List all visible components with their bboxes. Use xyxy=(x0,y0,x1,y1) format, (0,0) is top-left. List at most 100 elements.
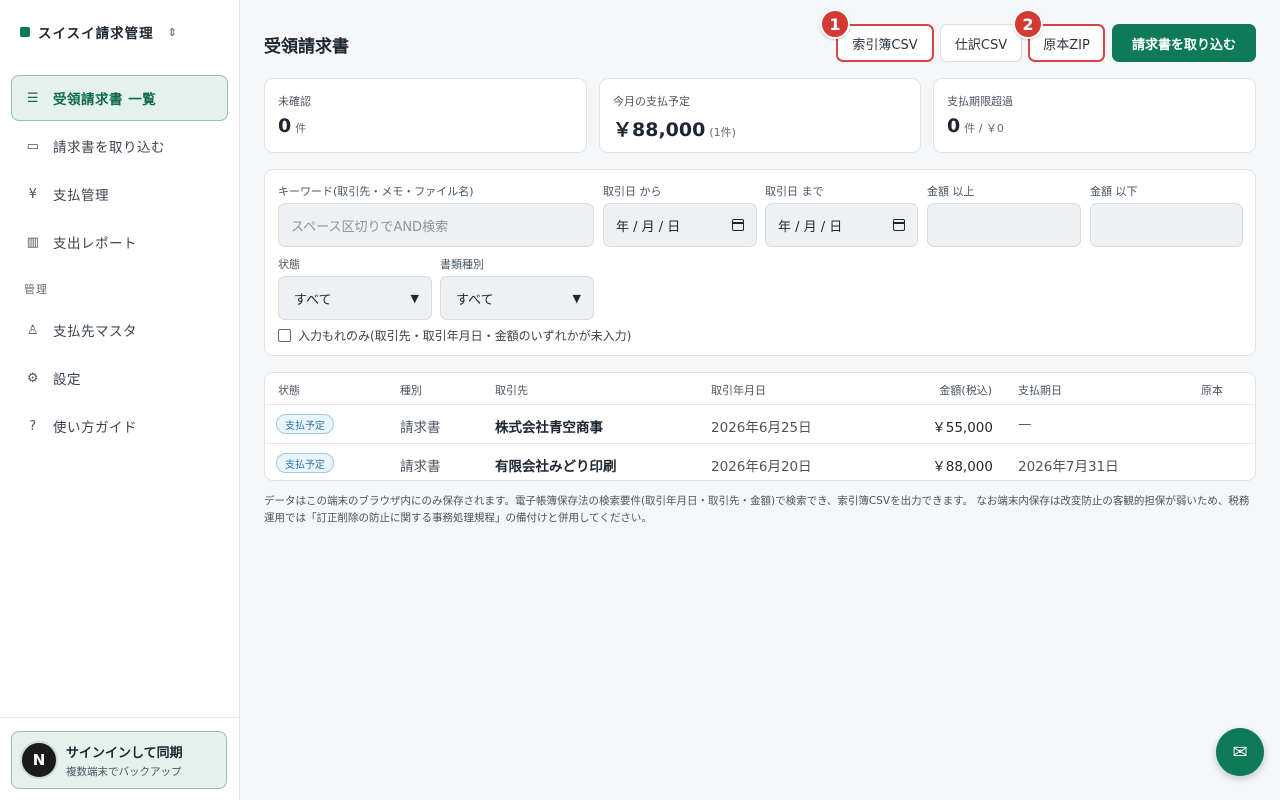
stat-card-overdue: 支払期限超過 0件 / ￥0 xyxy=(933,78,1256,153)
date-to-input[interactable]: 年 / 月 / 日 xyxy=(765,203,918,247)
cell-due: — xyxy=(1018,416,1032,432)
sidebar-item-import[interactable]: ▭ 請求書を取り込む xyxy=(11,123,228,169)
col-due: 支払期日 xyxy=(1018,384,1062,397)
keyword-input[interactable]: スペース区切りでAND検索 xyxy=(278,203,594,247)
missing-only-label: 入力もれのみ(取引先・取引年月日・金額のいずれかが未入力) xyxy=(298,329,632,343)
stat-unit: (1件) xyxy=(709,126,736,139)
cell-date: 2026年6月20日 xyxy=(711,459,812,475)
cell-amount: ￥88,000 xyxy=(932,459,993,475)
status-badge: 支払予定 xyxy=(276,453,334,473)
status-select[interactable]: すべて ▼ xyxy=(278,276,432,320)
import-invoice-button[interactable]: 請求書を取り込む xyxy=(1112,24,1256,62)
sidebar-section-label: 管理 xyxy=(24,283,48,296)
signin-title: サインインして同期 xyxy=(66,745,183,761)
inbox-icon: ▭ xyxy=(26,138,40,154)
list-icon: ☰ xyxy=(26,90,40,106)
table-header: 状態 種別 取引先 取引年月日 金額(税込) 支払期日 原本 xyxy=(265,373,1255,405)
chat-button[interactable]: ✉ xyxy=(1216,728,1264,776)
signin-subtitle: 複数端末でバックアップ xyxy=(66,765,182,778)
sidebar-item-invoice-list[interactable]: ☰ 受領請求書 一覧 xyxy=(11,75,228,121)
stat-label: 支払期限超過 xyxy=(947,95,1013,108)
sidebar-item-label: 受領請求書 一覧 xyxy=(53,92,157,108)
sidebar: スイスイ請求管理 ⇕ ☰ 受領請求書 一覧 ▭ 請求書を取り込む ¥ 支払管理 … xyxy=(0,0,240,800)
sidebar-nav: ☰ 受領請求書 一覧 ▭ 請求書を取り込む ¥ 支払管理 ▥ 支出レポート 管理… xyxy=(11,75,228,451)
date-from-input[interactable]: 年 / 月 / 日 xyxy=(603,203,757,247)
stat-value-row: ￥88,000 (1件) xyxy=(613,115,907,142)
chevron-down-icon: ▼ xyxy=(410,291,419,305)
sidebar-item-label: 使い方ガイド xyxy=(53,420,137,436)
sidebar-item-label: 請求書を取り込む xyxy=(53,140,165,156)
cell-partner: 株式会社青空商事 xyxy=(495,420,603,436)
cell-amount: ￥55,000 xyxy=(932,420,993,436)
invoice-table: 状態 種別 取引先 取引年月日 金額(税込) 支払期日 原本 支払予定 請求書 … xyxy=(264,372,1256,481)
col-partner: 取引先 xyxy=(495,384,528,397)
col-type: 種別 xyxy=(400,384,422,397)
app-brand: スイスイ請求管理 xyxy=(38,26,154,42)
signin-button[interactable]: N サインインして同期 複数端末でバックアップ xyxy=(11,731,227,789)
missing-only-checkbox[interactable] xyxy=(278,329,291,342)
status-select-value: すべて xyxy=(294,292,332,308)
stat-value: 0 xyxy=(278,115,292,137)
bar-chart-icon: ▥ xyxy=(26,234,40,250)
filter-panel: キーワード(取引先・メモ・ファイル名) スペース区切りでAND検索 取引日 から… xyxy=(264,169,1256,356)
amount-min-input[interactable] xyxy=(927,203,1081,247)
sidebar-item-payments[interactable]: ¥ 支払管理 xyxy=(11,171,228,217)
sidebar-item-guide[interactable]: ? 使い方ガイド xyxy=(11,403,228,449)
col-amount: 金額(税込) xyxy=(939,384,992,397)
date-from-label: 取引日 から xyxy=(603,185,662,198)
brand-logo-icon xyxy=(20,27,30,37)
cell-type: 請求書 xyxy=(400,420,441,436)
sidebar-item-label: 支出レポート xyxy=(53,236,137,252)
status-badge: 支払予定 xyxy=(276,414,334,434)
stat-value-row: 0件 xyxy=(278,115,573,137)
index-csv-button[interactable]: 索引簿CSV xyxy=(836,24,934,62)
sidebar-item-payees[interactable]: ♙ 支払先マスタ xyxy=(11,307,228,353)
date-to-placeholder: 年 / 月 / 日 xyxy=(778,219,843,235)
table-row[interactable]: 支払予定 請求書 有限会社みどり印刷 2026年6月20日 ￥88,000 20… xyxy=(265,443,1255,480)
cell-date: 2026年6月25日 xyxy=(711,420,812,436)
col-original: 原本 xyxy=(1201,384,1223,397)
storage-notice: データはこの端末のブラウザ内にのみ保存されます。電子帳簿保存法の検索要件(取引年… xyxy=(264,495,1250,524)
missing-only-filter[interactable]: 入力もれのみ(取引先・取引年月日・金額のいずれかが未入力) xyxy=(278,327,631,344)
doctype-select-value: すべて xyxy=(456,292,494,308)
stat-label: 未確認 xyxy=(278,95,311,108)
sidebar-item-settings[interactable]: ⚙ 設定 xyxy=(11,355,228,401)
doctype-label: 書類種別 xyxy=(440,258,484,271)
stat-card-monthly-payment: 今月の支払予定 ￥88,000 (1件) xyxy=(599,78,921,153)
col-date: 取引年月日 xyxy=(711,384,766,397)
date-from-placeholder: 年 / 月 / 日 xyxy=(616,219,681,235)
cell-due: 2026年7月31日 xyxy=(1018,459,1119,475)
amount-min-label: 金額 以上 xyxy=(927,185,975,198)
stat-card-unconfirmed: 未確認 0件 xyxy=(264,78,587,153)
sidebar-item-label: 支払管理 xyxy=(53,188,109,204)
signin-area: N サインインして同期 複数端末でバックアップ xyxy=(0,717,239,800)
calendar-icon[interactable] xyxy=(732,219,744,231)
page-title: 受領請求書 xyxy=(264,37,349,57)
amount-max-input[interactable] xyxy=(1090,203,1243,247)
stat-value: 0 xyxy=(947,115,961,137)
amount-max-label: 金額 以下 xyxy=(1090,185,1138,198)
stat-unit: 件 / ￥0 xyxy=(964,122,1004,135)
gear-icon: ⚙ xyxy=(26,370,40,386)
status-label: 状態 xyxy=(278,258,300,271)
keyword-label: キーワード(取引先・メモ・ファイル名) xyxy=(278,185,474,198)
chevron-updown-icon: ⇕ xyxy=(167,25,177,39)
app-switcher[interactable]: スイスイ請求管理 ⇕ xyxy=(20,22,177,42)
annotation-badge-2: 2 xyxy=(1013,9,1043,39)
calendar-icon[interactable] xyxy=(893,219,905,231)
help-icon: ? xyxy=(29,418,37,434)
sidebar-item-label: 設定 xyxy=(53,372,81,388)
journal-csv-button[interactable]: 仕訳CSV xyxy=(940,24,1022,62)
chat-icon: ✉ xyxy=(1232,741,1248,763)
annotation-badge-1: 1 xyxy=(820,9,850,39)
cell-type: 請求書 xyxy=(400,459,441,475)
col-status: 状態 xyxy=(278,384,300,397)
doctype-select[interactable]: すべて ▼ xyxy=(440,276,594,320)
user-icon: ♙ xyxy=(26,322,40,338)
chevron-down-icon: ▼ xyxy=(572,291,581,305)
stat-unit: 件 xyxy=(295,122,307,135)
stat-value-row: 0件 / ￥0 xyxy=(947,115,1242,137)
stat-label: 今月の支払予定 xyxy=(613,95,690,108)
table-row[interactable]: 支払予定 請求書 株式会社青空商事 2026年6月25日 ￥55,000 — xyxy=(265,405,1255,443)
sidebar-item-report[interactable]: ▥ 支出レポート xyxy=(11,219,228,265)
